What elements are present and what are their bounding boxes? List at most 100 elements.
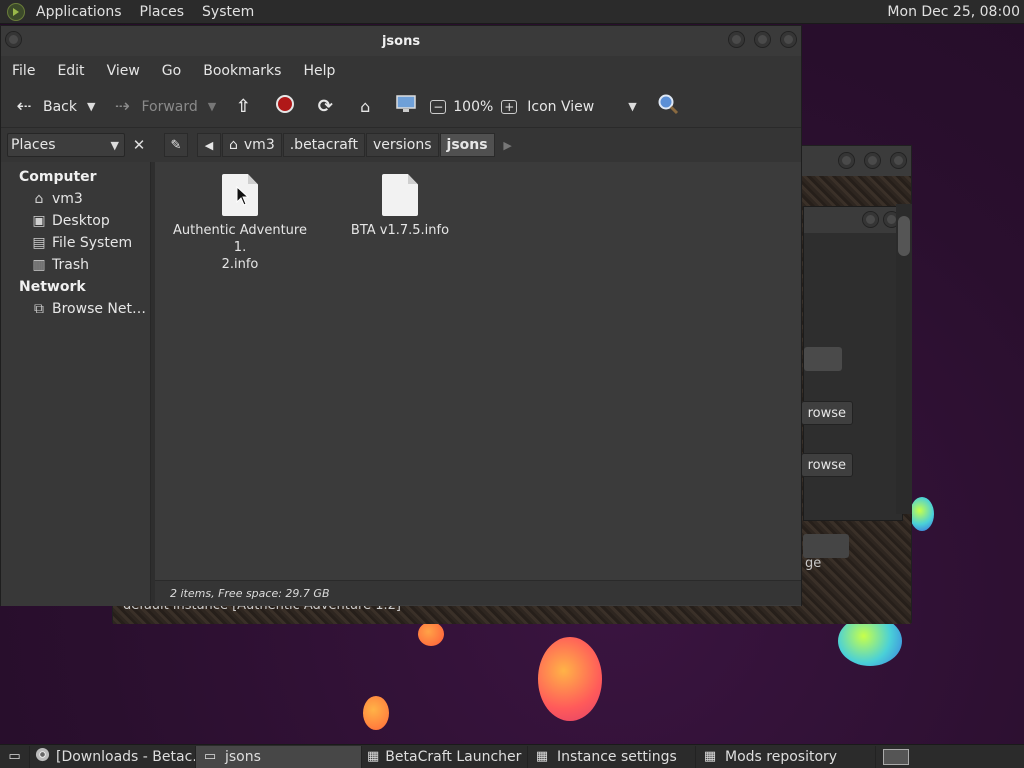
file-item[interactable]: BTA v1.7.5.info — [325, 174, 475, 239]
desktop-icon: ▣ — [32, 213, 46, 229]
clock[interactable]: Mon Dec 25, 08:00 — [887, 4, 1024, 20]
breadcrumb-scroll-left-button[interactable]: ◀ — [197, 133, 221, 157]
stop-icon — [274, 94, 296, 119]
sidebar-section-network[interactable]: Network — [1, 276, 150, 298]
sidebar-mode-value: Places — [11, 137, 56, 153]
dialog-field[interactable] — [804, 347, 842, 371]
up-arrow-icon: ⇧ — [235, 96, 251, 117]
reload-icon: ⟳ — [317, 96, 333, 117]
system-menu[interactable]: System — [193, 4, 263, 20]
taskbar-item-mods-repository[interactable]: ▦ Mods repository — [696, 745, 876, 768]
sidebar-section-computer[interactable]: Computer — [1, 166, 150, 188]
chrome-icon — [35, 747, 50, 766]
minimize-button[interactable] — [862, 211, 879, 228]
breadcrumb-scroll-right-button[interactable]: ▶ — [496, 133, 520, 157]
close-sidebar-icon[interactable]: ✕ — [128, 136, 150, 154]
back-history-dropdown-icon[interactable]: ▼ — [87, 100, 95, 113]
forward-label: Forward — [141, 98, 198, 115]
menubar: File Edit View Go Bookmarks Help — [1, 56, 801, 86]
breadcrumb-betacraft[interactable]: .betacraft — [282, 133, 365, 157]
menu-bookmarks[interactable]: Bookmarks — [192, 63, 292, 79]
zoom-out-button[interactable]: − — [430, 99, 447, 114]
network-icon: ⧉ — [34, 301, 44, 317]
menu-file[interactable]: File — [1, 63, 46, 79]
text-file-icon — [382, 174, 418, 216]
taskbar-item-label: [Downloads - Betac… — [56, 748, 196, 765]
mouse-cursor-icon — [236, 186, 250, 206]
back-button[interactable]: ⇠ Back ▼ — [11, 96, 95, 117]
breadcrumb-vm3[interactable]: ⌂ vm3 — [222, 133, 282, 157]
sidebar-item-label: Browse Net… — [52, 301, 147, 317]
browse-button[interactable]: rowse — [801, 401, 853, 425]
show-desktop-button[interactable]: ▭ — [0, 745, 30, 768]
close-button[interactable] — [890, 152, 907, 169]
scrollbar-thumb[interactable] — [898, 216, 910, 256]
home-folder-icon: ⌂ — [229, 137, 238, 153]
maximize-button[interactable] — [864, 152, 881, 169]
search-button[interactable] — [657, 93, 679, 120]
back-label: Back — [43, 98, 77, 115]
taskbar-item-label: Instance settings — [557, 748, 677, 765]
places-sidebar: Computer ⌂ vm3 ▣ Desktop ▤ File System ▥… — [1, 162, 151, 606]
workspace-switcher[interactable] — [876, 746, 916, 768]
sidebar-item-browse-network[interactable]: ⧉ Browse Net… — [1, 298, 150, 320]
menu-help[interactable]: Help — [292, 63, 346, 79]
sidebar-item-vm3[interactable]: ⌂ vm3 — [1, 188, 150, 210]
sidebar-item-trash[interactable]: ▥ Trash — [1, 254, 150, 276]
window-body: Computer ⌂ vm3 ▣ Desktop ▤ File System ▥… — [1, 162, 801, 606]
workspace-icon — [883, 748, 909, 765]
zoom-in-button[interactable]: + — [501, 99, 518, 114]
sidebar-item-label: Desktop — [52, 213, 110, 229]
breadcrumb-jsons[interactable]: jsons — [439, 133, 495, 157]
view-mode-value: Icon View — [527, 98, 595, 115]
sidebar-item-file-system[interactable]: ▤ File System — [1, 232, 150, 254]
betacraft-icon: ▦ — [535, 749, 549, 764]
menu-go[interactable]: Go — [151, 63, 192, 79]
show-desktop-icon: ▭ — [8, 749, 21, 764]
taskbar: ▭ [Downloads - Betac… ▭ jsons ▦ BetaCraf… — [0, 744, 1024, 768]
maximize-button[interactable] — [754, 31, 771, 48]
close-button[interactable] — [780, 31, 797, 48]
toggle-location-entry-button[interactable]: ✎ — [164, 133, 188, 157]
taskbar-item-betacraft-launcher[interactable]: ▦ BetaCraft Launcher … — [362, 745, 528, 768]
scrollbar[interactable] — [896, 204, 912, 514]
taskbar-item-downloads[interactable]: [Downloads - Betac… — [30, 745, 196, 768]
file-icon-view[interactable]: Authentic Adventure 1. 2.info BTA v1.7.5… — [151, 162, 801, 606]
minimize-button[interactable] — [838, 152, 855, 169]
sidebar-item-desktop[interactable]: ▣ Desktop — [1, 210, 150, 232]
home-button[interactable]: ⌂ — [354, 97, 376, 116]
stop-button[interactable] — [274, 94, 296, 119]
chevron-down-icon: ▼ — [628, 100, 637, 113]
dialog-titlebar[interactable] — [804, 207, 902, 233]
up-button[interactable]: ⇧ — [232, 96, 254, 117]
taskbar-item-label: jsons — [225, 748, 261, 765]
places-menu[interactable]: Places — [131, 4, 194, 20]
file-item[interactable]: Authentic Adventure 1. 2.info — [165, 174, 315, 273]
bubble-decoration — [910, 497, 934, 531]
button-label-fragment: ge — [805, 556, 822, 571]
breadcrumb-versions[interactable]: versions — [365, 133, 439, 157]
sidebar-mode-select[interactable]: Places ▼ — [7, 133, 125, 157]
menu-view[interactable]: View — [96, 63, 151, 79]
minimize-button[interactable] — [728, 31, 745, 48]
folder-icon: ▭ — [203, 749, 217, 764]
menu-edit[interactable]: Edit — [46, 63, 95, 79]
forward-history-dropdown-icon[interactable]: ▼ — [208, 100, 216, 113]
zoom-level: 100% — [453, 98, 494, 115]
distro-logo-icon[interactable] — [7, 2, 25, 21]
computer-button[interactable] — [394, 94, 418, 119]
view-mode-select[interactable]: Icon View ▼ — [527, 99, 636, 115]
taskbar-item-jsons[interactable]: ▭ jsons — [196, 745, 362, 768]
taskbar-item-instance-settings[interactable]: ▦ Instance settings — [528, 745, 696, 768]
forward-button[interactable]: ⇢ Forward ▼ — [109, 96, 216, 117]
sidebar-item-label: File System — [52, 235, 133, 251]
dialog-button[interactable] — [803, 534, 849, 558]
back-arrow-icon: ⇠ — [16, 96, 32, 117]
window-titlebar[interactable]: jsons — [1, 26, 801, 56]
browse-button[interactable]: rowse — [801, 453, 853, 477]
drive-icon: ▤ — [32, 235, 46, 251]
reload-button[interactable]: ⟳ — [314, 96, 336, 117]
file-manager-window[interactable]: jsons File Edit View Go Bookmarks Help ⇠… — [0, 25, 802, 606]
applications-menu[interactable]: Applications — [27, 4, 131, 20]
taskbar-item-label: BetaCraft Launcher … — [385, 748, 528, 765]
